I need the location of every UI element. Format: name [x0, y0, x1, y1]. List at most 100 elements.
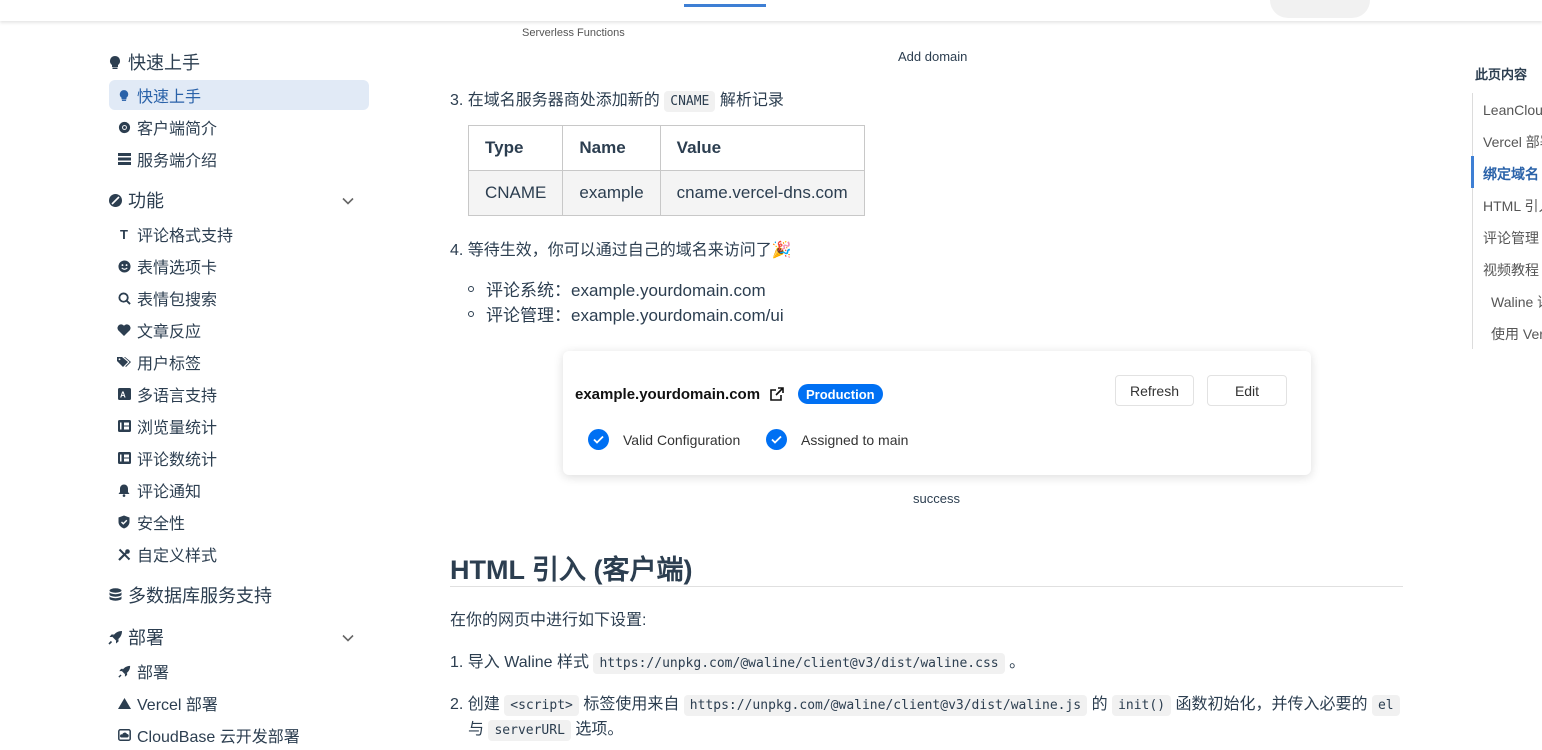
sidebar-item-i18n[interactable]: A 多语言支持 [109, 379, 369, 409]
counter-icon [117, 452, 131, 464]
previous-screenshot-tab-underline [684, 4, 766, 7]
sidebar-item-pageview[interactable]: 浏览量统计 [109, 411, 369, 441]
sidebar-item-comment-count[interactable]: 评论数统计 [109, 443, 369, 473]
domain-link[interactable]: example.yourdomain.com [575, 385, 786, 403]
cloud-icon [117, 729, 131, 741]
sidebar-item-label: 表情包搜索 [137, 292, 218, 309]
counter-icon [117, 420, 131, 432]
sidebar-item-label: 客户端简介 [137, 121, 218, 138]
previous-screenshot-avatar [1270, 0, 1370, 18]
inline-code: el [1371, 695, 1400, 716]
step-create-script: 2. 创建 <script> 标签使用来自 https://unpkg.com/… [450, 690, 1400, 716]
toc-item-video[interactable]: 视频教程 [1483, 260, 1539, 280]
sidebar-item-label: CloudBase 云开发部署 [137, 729, 300, 746]
language-icon: A [117, 388, 131, 400]
sidebar-item-label: 部署 [137, 665, 170, 682]
toc-item-leancloud[interactable]: LeanCloud 设置 (数据库) [1483, 100, 1542, 120]
success-caption: success [913, 491, 960, 506]
svg-text:A: A [120, 391, 126, 400]
sidebar-item-label: 评论数统计 [137, 452, 218, 469]
sidebar-item-emoji-search[interactable]: 表情包搜索 [109, 283, 369, 313]
table-cell: example [562, 170, 661, 216]
table-cell: CNAME [467, 170, 564, 216]
external-link-icon [770, 387, 784, 401]
table-row: CNAME example cname.vercel-dns.com [467, 170, 865, 216]
toc-rail [1472, 93, 1473, 349]
step-text: 函数初始化，并传入必要的 [1175, 696, 1368, 713]
table-cell: cname.vercel-dns.com [659, 170, 865, 216]
sidebar-item-label: 表情选项卡 [137, 260, 218, 277]
lightbulb-icon [117, 89, 131, 102]
toc-item-admin[interactable]: 评论管理 (管理端) [1483, 228, 1542, 248]
sidebar-group-deploy[interactable]: 部署 [107, 622, 164, 652]
sidebar-group-quickstart[interactable]: 快速上手 [107, 47, 200, 77]
database-icon [107, 587, 123, 603]
lightbulb-icon [107, 54, 123, 70]
step-text: 2. 创建 [450, 696, 500, 713]
sidebar-group-label: 快速上手 [128, 53, 200, 73]
inline-code: CNAME [664, 91, 716, 112]
step-4: 4. 等待生效，你可以通过自己的域名来访问了🎉 [450, 242, 792, 259]
sidebar-item-comment-format[interactable]: T 评论格式支持 [109, 219, 369, 249]
toc-item-waline-video[interactable]: Waline 评论系统 [1491, 292, 1542, 312]
toc-item-vercel-video[interactable]: 使用 Vercel 部署 [1491, 324, 1542, 344]
inline-code: https://unpkg.com/@waline/client@v3/dist… [593, 653, 1005, 674]
list-item: 评论系统：example.yourdomain.com [468, 276, 784, 301]
list-item-text: 评论管理：example.yourdomain.com/ui [486, 306, 784, 325]
sidebar-item-notification[interactable]: 评论通知 [109, 475, 369, 505]
sidebar-item-cloudbase[interactable]: CloudBase 云开发部署 [109, 720, 369, 750]
sidebar-item-label: 浏览量统计 [137, 420, 218, 437]
toc-item-vercel[interactable]: Vercel 部署 (服务端) [1483, 132, 1542, 152]
assigned-branch-status: Assigned to main [766, 429, 908, 450]
table-header: Type [467, 125, 564, 171]
step-text: 解析记录 [719, 92, 784, 109]
dns-record-table: Type Name Value CNAME example cname.verc… [467, 125, 865, 216]
sidebar-item-deploy[interactable]: 部署 [109, 656, 369, 686]
step-text: 标签使用来自 [583, 696, 680, 713]
sidebar-item-label: 服务端介绍 [137, 153, 218, 170]
url-list: 评论系统：example.yourdomain.com 评论管理：example… [468, 276, 784, 326]
vercel-domain-card: example.yourdomain.com Production Refres… [563, 351, 1311, 475]
production-badge: Production [798, 384, 883, 404]
toc-item-html[interactable]: HTML 引入 (客户端) [1483, 196, 1542, 216]
step-3: 3. 在域名服务器商处添加新的 CNAME 解析记录 [450, 86, 784, 112]
refresh-button[interactable]: Refresh [1115, 375, 1194, 406]
sidebar-item-user-label[interactable]: 用户标签 [109, 347, 369, 377]
vercel-icon [117, 697, 131, 709]
sidebar-item-emoji-tab[interactable]: 表情选项卡 [109, 251, 369, 281]
heart-icon [117, 324, 131, 336]
toc-item-bind-domain[interactable]: 绑定域名 (可选) [1483, 164, 1542, 184]
intro-text: 在你的网页中进行如下设置: [450, 612, 647, 629]
step-import-style: 1. 导入 Waline 样式 https://unpkg.com/@walin… [450, 648, 1025, 674]
sidebar-group-database[interactable]: 多数据库服务支持 [107, 580, 272, 610]
chevron-down-icon[interactable] [340, 630, 356, 646]
inline-code: serverURL [488, 720, 571, 741]
sidebar-item-quickstart[interactable]: 快速上手 [109, 80, 369, 110]
server-icon [117, 153, 131, 165]
step-text: 的 [1091, 696, 1108, 713]
smile-icon [117, 259, 131, 273]
tools-icon [117, 548, 131, 561]
sidebar-item-security[interactable]: 安全性 [109, 507, 369, 537]
bell-icon [117, 484, 131, 497]
sidebar-item-custom-style[interactable]: 自定义样式 [109, 539, 369, 569]
bullet-icon [468, 310, 474, 317]
inline-code: https://unpkg.com/@waline/client@v3/dist… [683, 695, 1088, 716]
heading-divider [450, 586, 1403, 587]
status-text: Valid Configuration [623, 431, 741, 448]
table-of-contents: 此页内容 LeanCloud 设置 (数据库) Vercel 部署 (服务端) … [1460, 0, 1542, 748]
section-heading-html: HTML 引入 (客户端) [450, 555, 693, 585]
table-header: Name [562, 125, 661, 171]
sidebar-item-reaction[interactable]: 文章反应 [109, 315, 369, 345]
sidebar-item-label: 文章反应 [137, 324, 202, 341]
chevron-down-icon[interactable] [340, 193, 356, 209]
edit-button[interactable]: Edit [1207, 375, 1287, 406]
sidebar-group-features[interactable]: 功能 [107, 185, 164, 215]
sidebar-item-client-intro[interactable]: 客户端简介 [109, 112, 369, 142]
domain-text: example.yourdomain.com [575, 385, 761, 403]
search-icon [117, 291, 131, 305]
sidebar-item-server-intro[interactable]: 服务端介绍 [109, 144, 369, 174]
rocket-icon [117, 665, 131, 678]
sidebar-item-vercel[interactable]: Vercel 部署 [109, 688, 369, 718]
chrome-icon [117, 121, 131, 134]
